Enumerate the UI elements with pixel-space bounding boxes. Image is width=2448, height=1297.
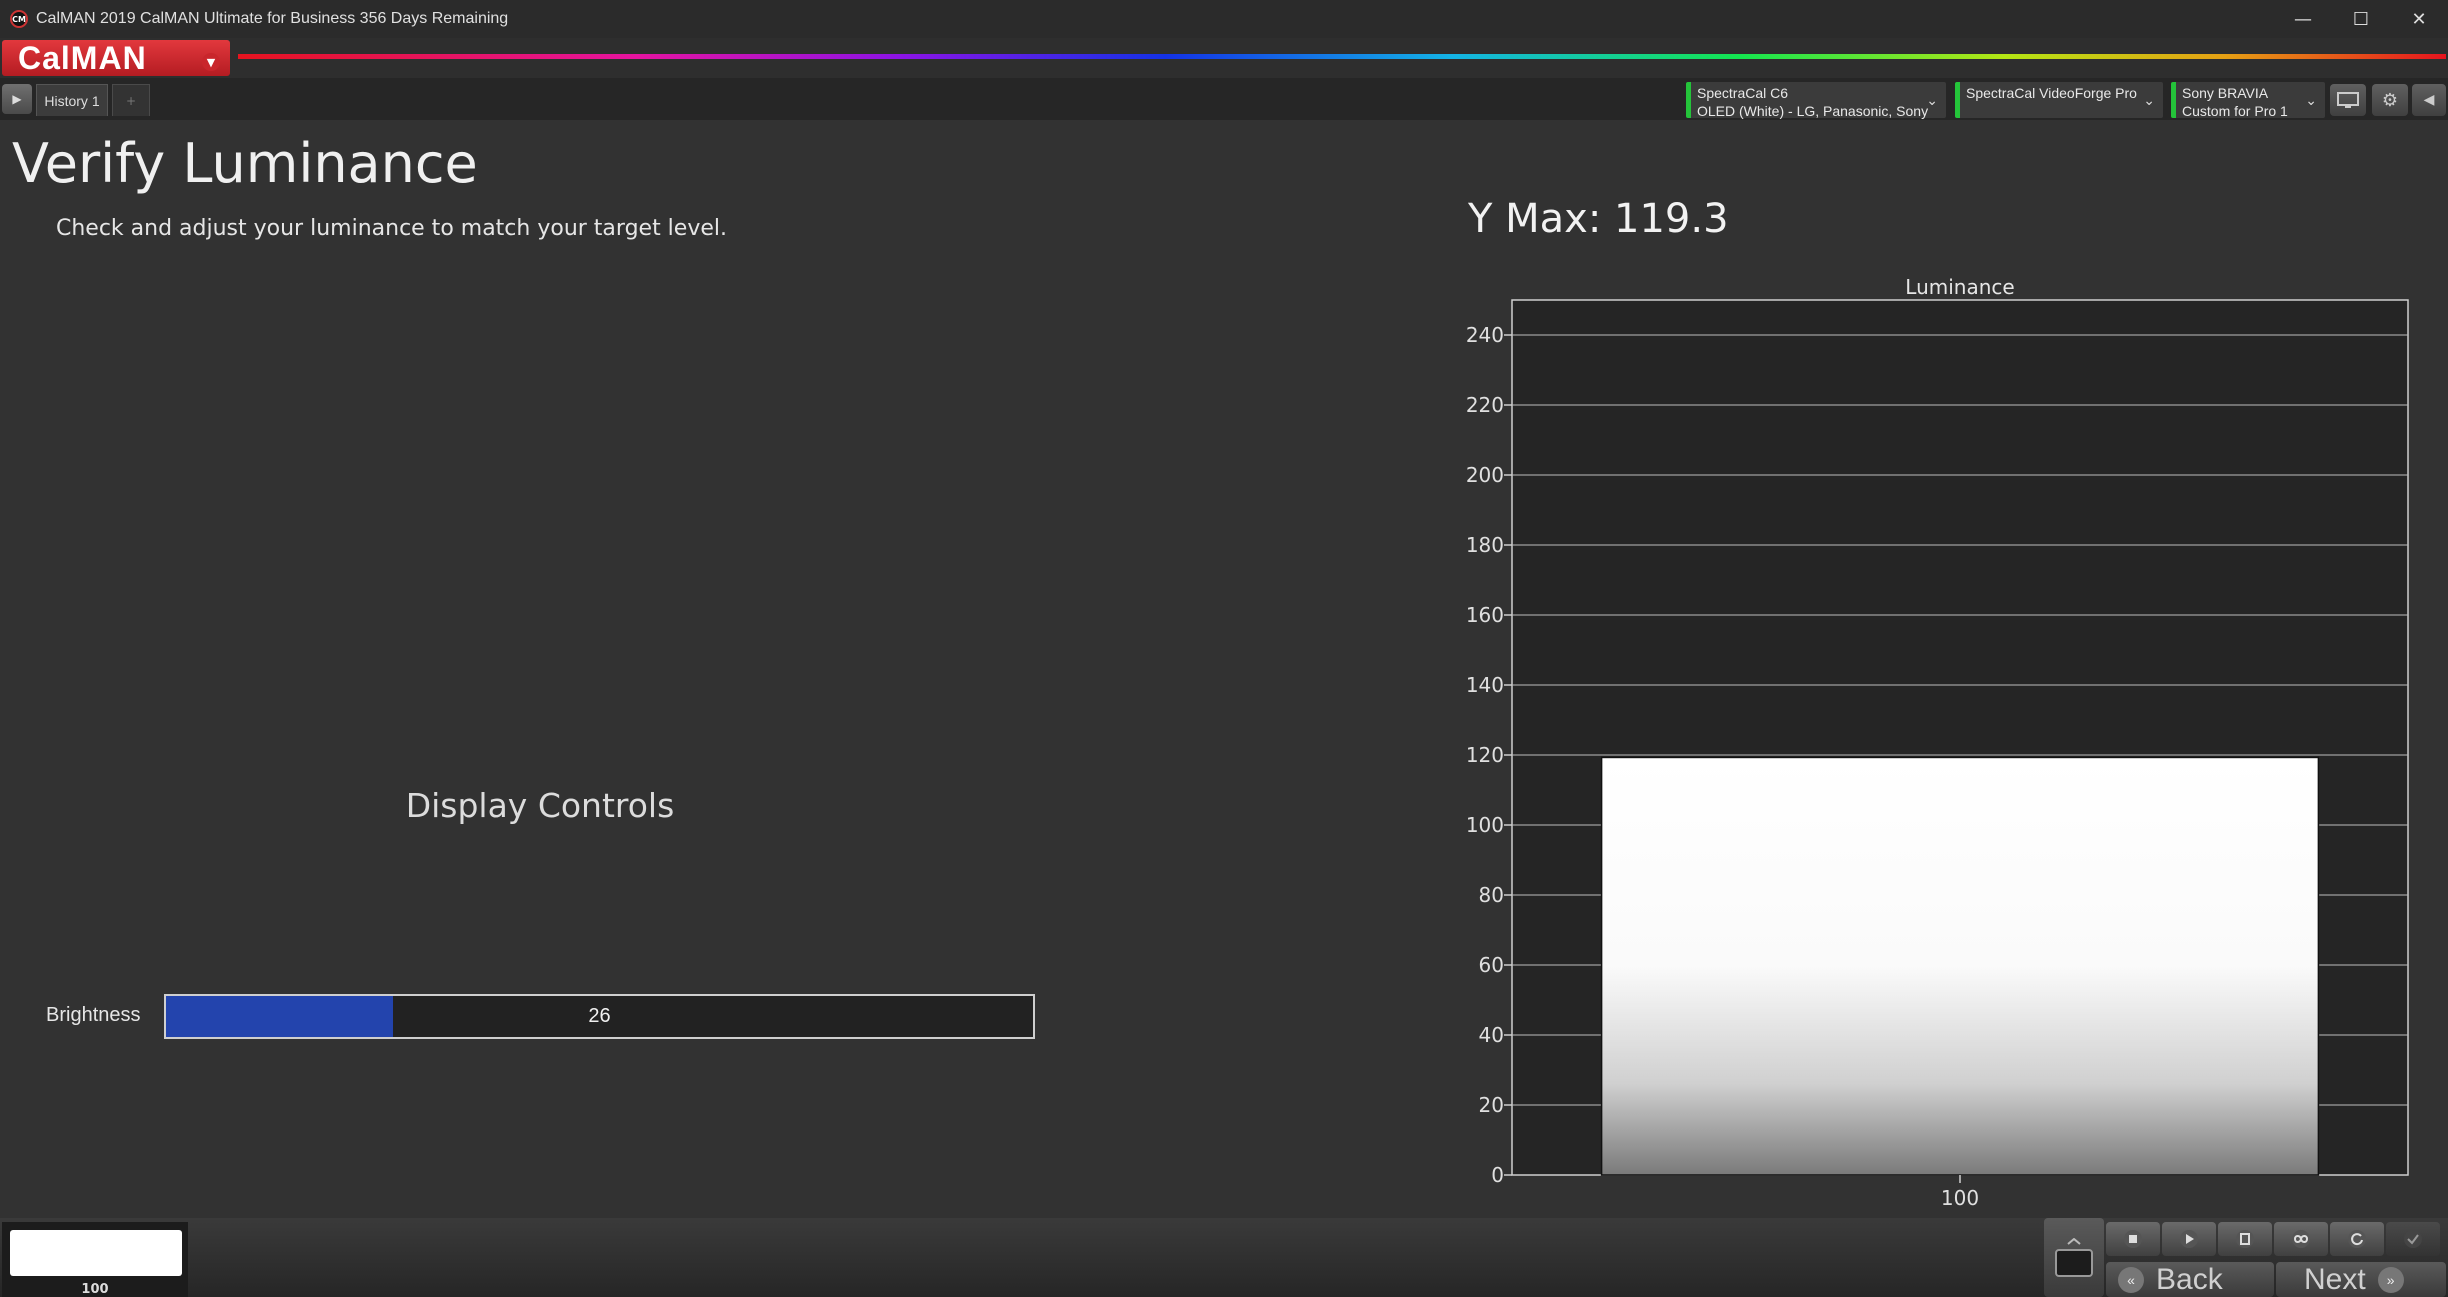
source-selector[interactable]: SpectraCal VideoForge Pro ⌄ (1955, 82, 2163, 118)
minimize-button[interactable]: — (2274, 0, 2332, 38)
refresh-button[interactable] (2330, 1222, 2384, 1256)
chevron-down-icon: ⌄ (2305, 92, 2317, 108)
tab-history-1[interactable]: History 1 (36, 84, 108, 116)
refresh-icon (2348, 1230, 2366, 1248)
settings-button[interactable]: ⚙ (2372, 84, 2408, 116)
y-tick-label: 0 (1491, 1163, 1504, 1187)
dropdown-arrow-icon: ▼ (202, 53, 220, 71)
brightness-slider[interactable]: 26 (164, 994, 1035, 1039)
double-chevron-right-icon: » (2377, 1266, 2404, 1293)
calman-menu-button[interactable]: CalMAN ▼ (2, 40, 230, 76)
window-icon (2055, 1237, 2093, 1277)
read-button[interactable] (2162, 1222, 2216, 1256)
title-bar: CM CalMAN 2019 CalMAN Ultimate for Busin… (0, 0, 2448, 38)
double-chevron-left-icon: « (2118, 1266, 2144, 1293)
chevron-down-icon: ⌄ (1926, 92, 1938, 108)
brightness-label: Brightness (46, 1004, 141, 1026)
y-tick-label: 20 (1479, 1093, 1504, 1117)
save-icon (2236, 1230, 2254, 1248)
back-button[interactable]: « Back (2106, 1262, 2274, 1297)
stop-icon (2124, 1230, 2142, 1248)
continuous-read-button[interactable] (2274, 1222, 2328, 1256)
window-toggle-button[interactable] (2044, 1218, 2104, 1297)
y-tick-label: 180 (1466, 533, 1504, 557)
meter-selector[interactable]: SpectraCal C6 OLED (White) - LG, Panason… (1686, 82, 1946, 119)
brand-bar: CalMAN ▼ (0, 38, 2448, 78)
gear-icon: ⚙ (2381, 89, 2399, 111)
rainbow-divider (238, 54, 2446, 59)
source-name: SpectraCal VideoForge Pro (1966, 85, 2137, 101)
check-icon (2404, 1230, 2422, 1248)
next-label: Next (2304, 1262, 2366, 1296)
monitor-icon (2337, 92, 2359, 108)
luminance-chart: Luminance 0 20 40 60 80 100 120 140 160 180 200 220 2… (1466, 275, 2409, 1206)
play-icon (2180, 1230, 2198, 1248)
patch-swatch (10, 1230, 182, 1276)
meter-profile: OLED (White) - LG, Panasonic, Sony (1697, 103, 1929, 119)
close-button[interactable]: ✕ (2390, 0, 2448, 38)
y-tick-label: 40 (1479, 1023, 1504, 1047)
y-tick-label: 60 (1479, 953, 1504, 977)
save-button[interactable] (2218, 1222, 2272, 1256)
window-title: CalMAN 2019 CalMAN Ultimate for Business… (36, 10, 509, 27)
x-tick-label: 100 (1941, 1186, 1979, 1206)
back-label: Back (2156, 1262, 2223, 1296)
y-tick-label: 140 (1466, 673, 1504, 697)
display-profile: Custom for Pro 1 (2182, 103, 2288, 119)
display-settings-button[interactable] (2330, 84, 2366, 116)
meter-name: SpectraCal C6 (1697, 85, 1789, 101)
y-tick-label: 220 (1466, 393, 1504, 417)
ymax-readout: Y Max: 119.3 (1468, 196, 1729, 242)
stop-button[interactable] (2106, 1222, 2160, 1256)
play-icon[interactable]: ▶ (2, 84, 32, 114)
y-tick-label: 100 (1466, 813, 1504, 837)
y-tick-label: 240 (1466, 323, 1504, 347)
page-title: Verify Luminance (12, 132, 478, 195)
y-tick-label: 120 (1466, 743, 1504, 767)
add-tab-button[interactable]: + (112, 84, 150, 116)
workflow-controls: « Back Next » (2044, 1218, 2448, 1297)
instructions-text: Check and adjust your luminance to match… (56, 216, 727, 241)
luminance-bar (1600, 756, 2320, 1176)
display-name: Sony BRAVIA (2182, 85, 2269, 101)
next-button[interactable]: Next » (2276, 1262, 2446, 1297)
app-icon: CM (10, 10, 28, 28)
y-tick-label: 80 (1479, 883, 1504, 907)
calman-logo: CalMAN (18, 39, 147, 76)
display-controls-title: Display Controls (405, 786, 675, 825)
maximize-button[interactable]: ☐ (2332, 0, 2390, 38)
bottom-bar: 100 « Back Next » (0, 1218, 2448, 1297)
y-tick-label: 160 (1466, 603, 1504, 627)
chart-title: Luminance (1905, 275, 2014, 299)
window-controls: — ☐ ✕ (2274, 0, 2448, 38)
patch-label: 100 (81, 1282, 109, 1297)
display-selector[interactable]: Sony BRAVIA Custom for Pro 1 ⌄ (2171, 82, 2325, 119)
chevron-down-icon: ⌄ (2143, 92, 2155, 108)
patch-swatch-panel[interactable]: 100 (2, 1222, 188, 1297)
collapse-panel-button[interactable]: ◀ (2412, 84, 2446, 116)
brightness-value: 26 (588, 1005, 611, 1027)
infinity-icon (2292, 1230, 2310, 1248)
confirm-button[interactable] (2386, 1222, 2440, 1256)
arrow-left-icon: ◀ (2423, 92, 2435, 108)
tab-bar: ▶ History 1 + SpectraCal C6 OLED (White)… (0, 78, 2448, 120)
y-tick-label: 200 (1466, 463, 1504, 487)
